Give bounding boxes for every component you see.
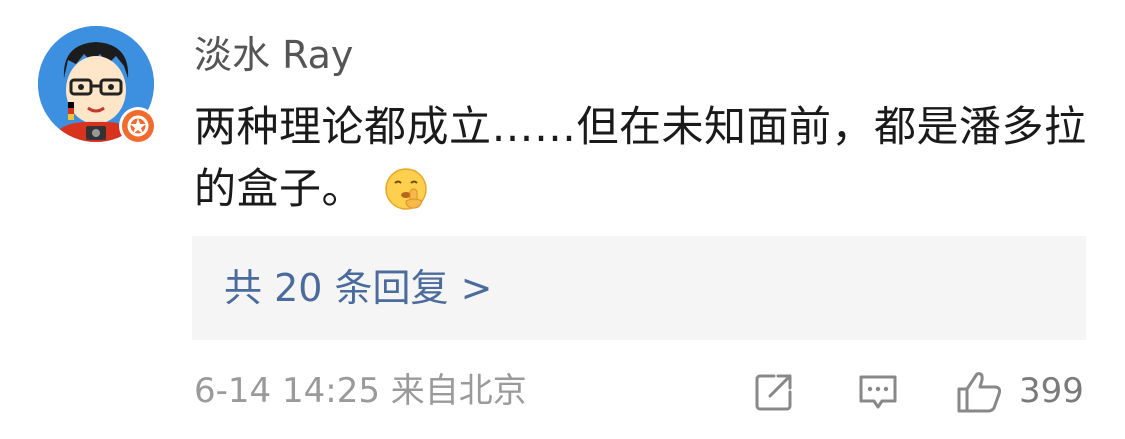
shushing-face-emoji bbox=[384, 167, 428, 211]
replies-panel[interactable]: 共 20 条回复 > bbox=[192, 236, 1086, 340]
avatar-container[interactable] bbox=[38, 26, 157, 145]
comment-body: 两种理论都成立……但在未知面前，都是潘多拉的盒子。 bbox=[194, 96, 1094, 220]
comment-meta: 6-14 14:25 来自北京 bbox=[194, 368, 527, 414]
location: 来自北京 bbox=[390, 371, 527, 411]
verified-badge-icon bbox=[118, 106, 158, 146]
username[interactable]: 淡水 Ray bbox=[194, 30, 353, 80]
thumbs-up-icon bbox=[957, 372, 1002, 413]
like-count: 399 bbox=[1019, 371, 1084, 411]
comment-text: 两种理论都成立……但在未知面前，都是潘多拉的盒子。 bbox=[194, 102, 1087, 213]
share-icon bbox=[755, 374, 792, 411]
reply-button[interactable] bbox=[856, 370, 900, 414]
like-button[interactable]: 399 bbox=[955, 370, 1085, 414]
timestamp: 6-14 14:25 bbox=[194, 371, 380, 411]
view-replies-link[interactable]: 共 20 条回复 > bbox=[224, 260, 492, 316]
comment-card: 淡水 Ray 两种理论都成立……但在未知面前，都是潘多拉的盒子。 共 20 条回… bbox=[0, 0, 1125, 439]
comment-icon bbox=[859, 375, 897, 409]
share-button[interactable] bbox=[752, 370, 796, 414]
